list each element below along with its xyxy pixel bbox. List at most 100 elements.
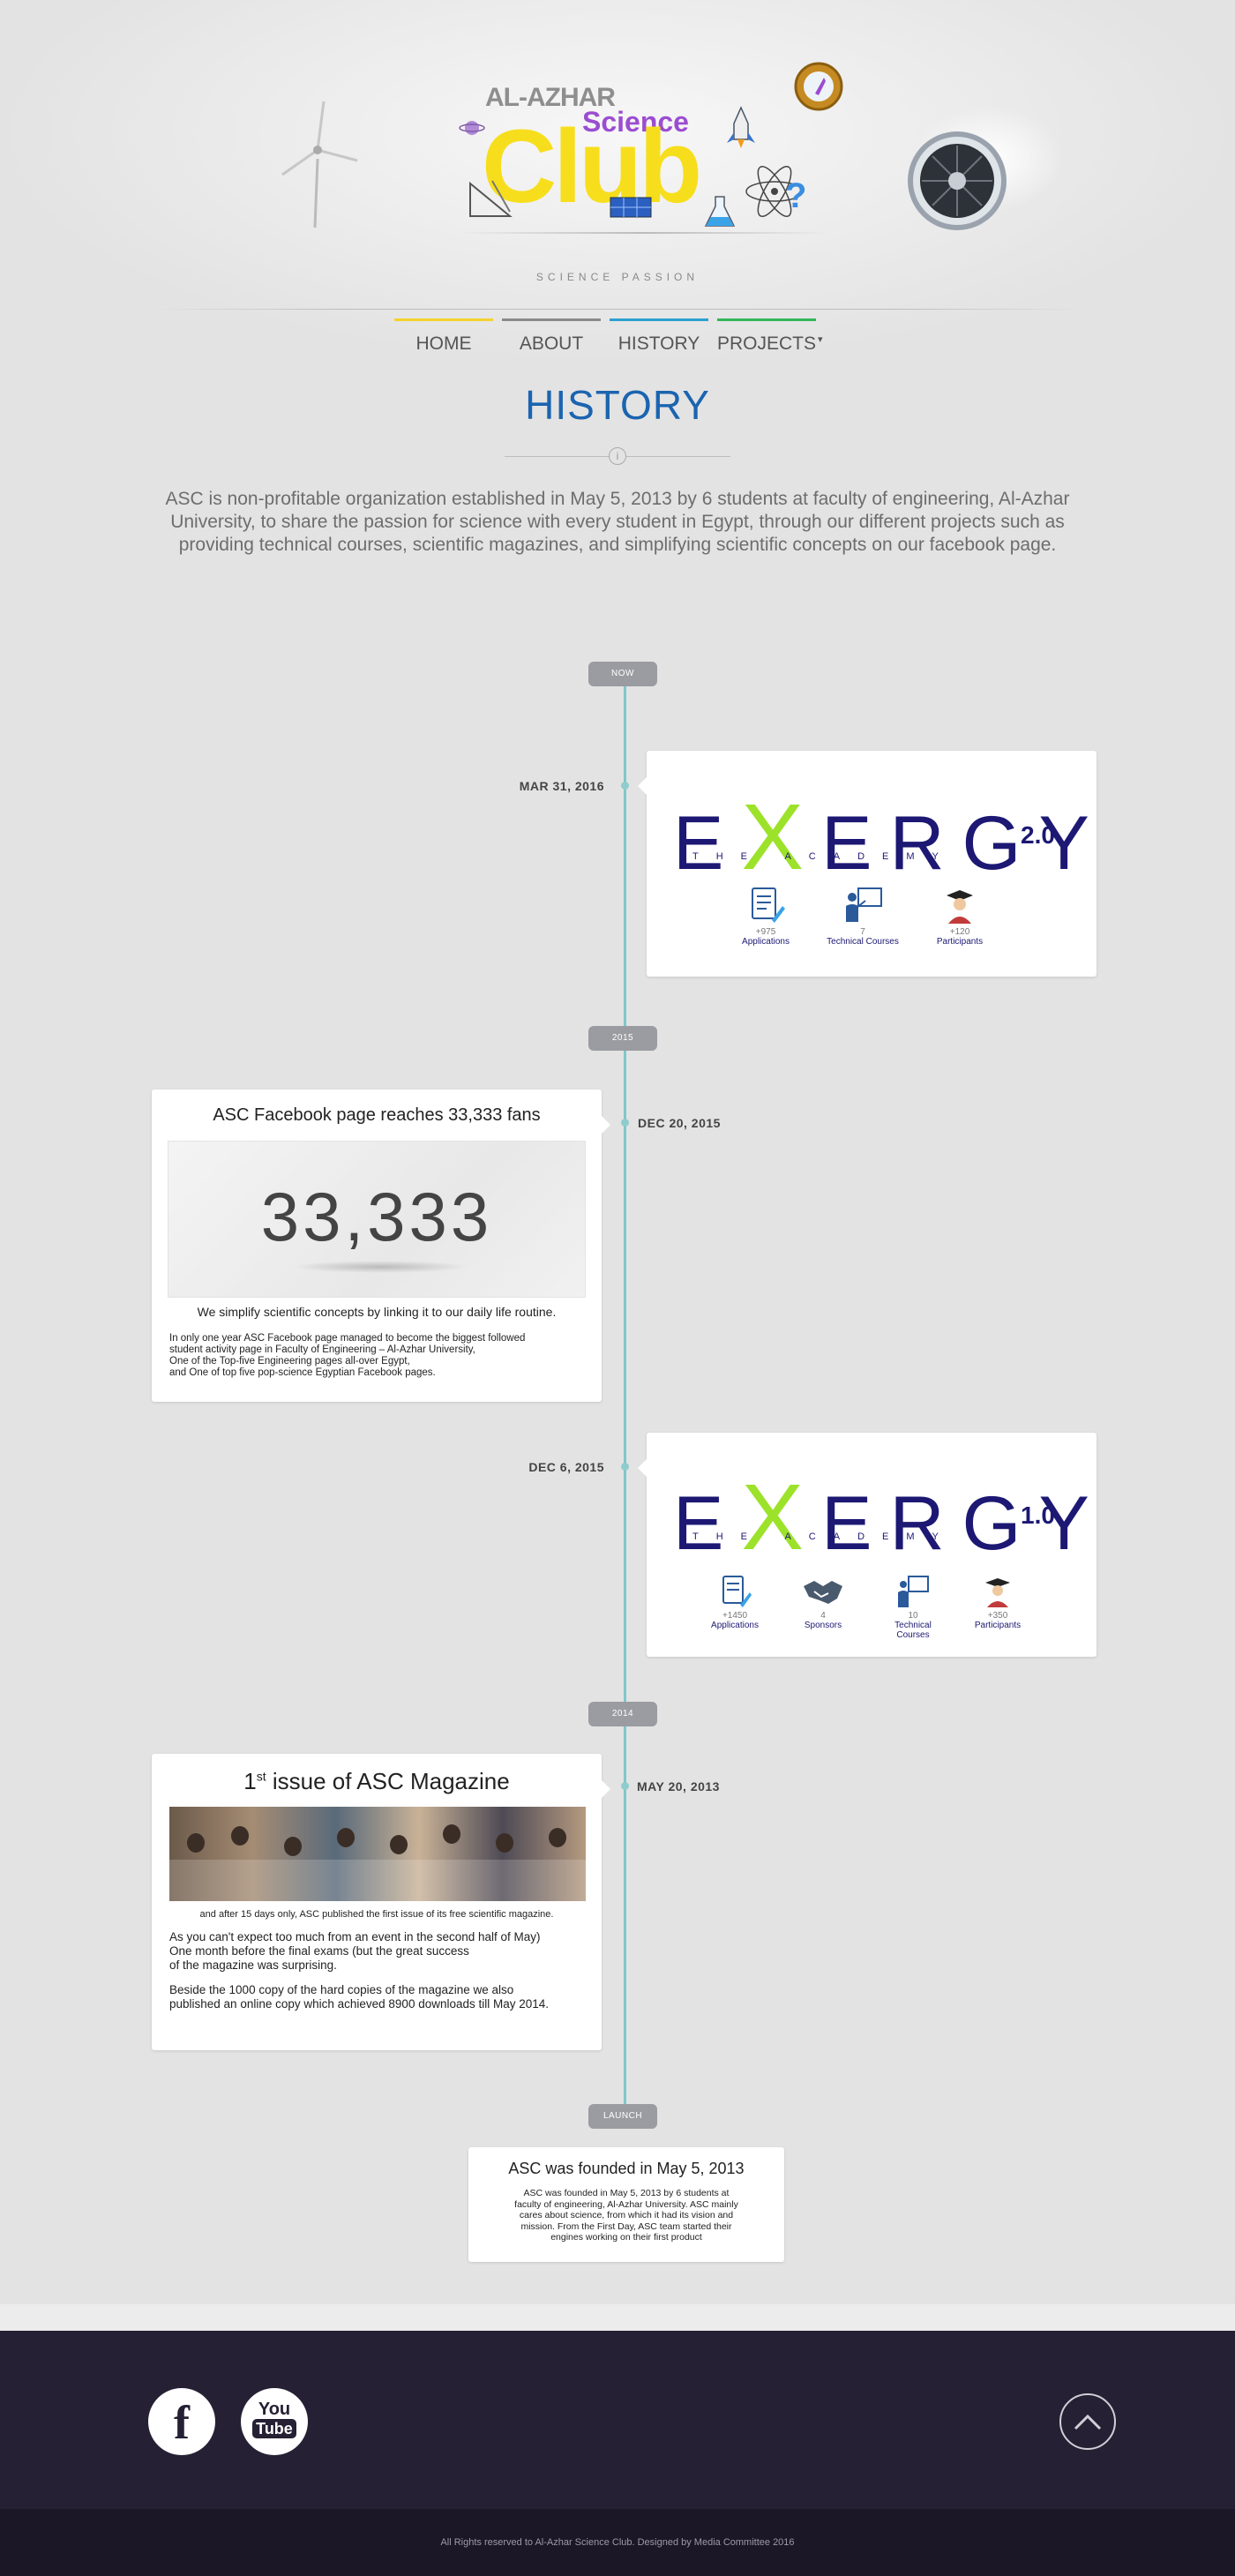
stat-label: Sponsors <box>804 1621 842 1630</box>
document-pen-icon <box>752 887 785 923</box>
flask-icon <box>704 196 736 227</box>
photo-detail <box>231 1826 249 1846</box>
body-line: One of the Top-five Engineering pages al… <box>169 1356 410 1367</box>
solar-panel-icon <box>610 197 652 218</box>
stat-participants: +350 Participants <box>962 1574 1033 1630</box>
youtube-icon: You Tube <box>241 2400 308 2438</box>
dropdown-caret-icon: ▾ <box>818 334 823 345</box>
nav-projects-indicator <box>717 318 816 321</box>
event-body: In only one year ASC Facebook page manag… <box>169 1333 593 1379</box>
stat-applications: +1450 Applications <box>700 1574 770 1630</box>
nav-about[interactable]: ABOUT <box>502 306 601 355</box>
timeline-dot <box>621 1119 629 1127</box>
event-card-facebook-fans[interactable]: ASC Facebook page reaches 33,333 fans 33… <box>152 1090 610 1402</box>
photo-detail <box>187 1833 205 1853</box>
image-shadow <box>292 1261 468 1273</box>
body-line: faculty of engineering, Al-Azhar Univers… <box>514 2198 738 2210</box>
event-body: As you can't expect too much from an eve… <box>169 1930 593 2011</box>
timeline-dot <box>621 1463 629 1471</box>
title-ordinal: 1 <box>243 1768 257 1794</box>
planet-icon <box>459 121 485 135</box>
body-line: mission. From the First Day, ASC team st… <box>520 2220 732 2232</box>
site-tagline: SCIENCE PASSION <box>535 271 700 283</box>
body-line: Beside the 1000 copy of the hard copies … <box>169 1983 514 1996</box>
youtube-link[interactable]: You Tube <box>241 2388 308 2455</box>
exergy-e: E <box>673 1481 742 1566</box>
fans-number: 33,333 <box>260 1178 493 1255</box>
event-date: MAY 20, 2013 <box>637 1779 720 1793</box>
image-caption: and after 15 days only, ASC published th… <box>199 1909 554 1920</box>
teacher-board-icon <box>898 1576 929 1607</box>
drafting-tools-icon <box>469 180 513 217</box>
body-line: of the magazine was surprising. <box>169 1958 337 1972</box>
photo-detail <box>496 1833 513 1853</box>
stat-label: Technical Courses <box>827 937 899 947</box>
timeline-marker-2015: 2015 <box>588 1026 657 1051</box>
nav-about-label: ABOUT <box>519 333 584 354</box>
question-icon: ? <box>785 176 807 215</box>
exergy-e: E <box>673 801 742 886</box>
stat-num: +120 <box>949 927 970 937</box>
timeline-dot <box>621 782 629 790</box>
event-date: DEC 20, 2015 <box>638 1116 721 1130</box>
porthole-icon <box>794 62 843 111</box>
event-title: ASC Facebook page reaches 33,333 fans <box>213 1105 541 1125</box>
photo-detail <box>337 1828 355 1847</box>
timeline-marker-2014: 2014 <box>588 1702 657 1726</box>
nav-projects[interactable]: PROJECTS ▾ <box>717 306 823 355</box>
timeline-marker-now: NOW <box>588 662 657 686</box>
body-line: In only one year ASC Facebook page manag… <box>169 1333 526 1344</box>
youtube-tube: Tube <box>252 2419 296 2438</box>
stat-label: Participants <box>936 937 984 947</box>
event-card-exergy-2[interactable]: EXERGY 2.0 THE ACADEMY +975 Applications… <box>638 751 1097 977</box>
logo-baseline <box>459 232 829 234</box>
chevron-up-icon <box>1074 2414 1102 2430</box>
stat-courses: 7 Technical Courses <box>823 885 902 947</box>
stat-courses: 10 Technical Courses <box>878 1574 948 1640</box>
history-intro: ASC is non-profitable organization estab… <box>165 489 1070 555</box>
body-line: As you can't expect too much from an eve… <box>169 1930 541 1943</box>
stat-label: Applications <box>742 937 790 947</box>
handshake-icon <box>804 1581 842 1604</box>
exergy-rest: ERGY <box>821 1481 1107 1566</box>
timeline-dot <box>621 1782 629 1790</box>
event-date: DEC 6, 2015 <box>528 1460 604 1474</box>
stat-num: +350 <box>987 1611 1008 1621</box>
scroll-to-top-button[interactable] <box>1059 2393 1116 2450</box>
stat-num: +1450 <box>722 1611 748 1621</box>
exergy-academy: THE ACADEMY <box>692 1531 956 1542</box>
exergy-rest: ERGY <box>821 801 1107 886</box>
photo-detail <box>390 1835 408 1854</box>
event-card-magazine[interactable]: 1st issue of ASC Magazine and after 15 d… <box>152 1754 610 2050</box>
timeline-line <box>624 685 626 2128</box>
timeline-marker-launch: LAUNCH <box>588 2104 657 2129</box>
nav-home[interactable]: HOME <box>394 306 493 355</box>
stat-num: 4 <box>820 1611 826 1621</box>
event-date: MAR 31, 2016 <box>519 779 604 793</box>
exergy-version: 1.0 <box>1021 1501 1055 1529</box>
club-logo[interactable]: AL-AZHAR Science Club ? <box>459 62 843 256</box>
nav-projects-label: PROJECTS <box>717 333 817 354</box>
document-pen-icon <box>722 1576 752 1607</box>
photo-detail <box>284 1837 302 1856</box>
stat-num: +975 <box>755 927 776 937</box>
event-title: 1st issue of ASC Magazine <box>152 1768 602 1795</box>
body-line: engines working on their first product <box>550 2232 702 2243</box>
event-card-exergy-1[interactable]: EXERGY 1.0 THE ACADEMY +1450 Application… <box>638 1433 1097 1657</box>
nav-home-indicator <box>394 318 493 321</box>
event-card-founded[interactable]: ASC was founded in May 5, 2013 ASC was f… <box>468 2147 784 2262</box>
fans-image: 33,333 <box>168 1141 586 1298</box>
jet-engine-icon <box>908 106 1063 230</box>
body-line: and One of top five pop-science Egyptian… <box>169 1367 436 1378</box>
stat-num: 7 <box>860 927 865 937</box>
nav-about-indicator <box>502 318 601 321</box>
event-subtitle: We simplify scientific concepts by linki… <box>197 1305 557 1319</box>
photo-detail <box>443 1824 460 1844</box>
body-line: student activity page in Faculty of Engi… <box>169 1344 475 1355</box>
nav-history[interactable]: HISTORY <box>610 306 708 355</box>
exergy-academy: THE ACADEMY <box>692 851 956 862</box>
nav-home-label: HOME <box>415 333 472 354</box>
facebook-link[interactable]: f <box>148 2388 215 2455</box>
title-ordinal-suffix: st <box>256 1769 266 1784</box>
stat-sponsors: 4 Sponsors <box>788 1574 858 1630</box>
